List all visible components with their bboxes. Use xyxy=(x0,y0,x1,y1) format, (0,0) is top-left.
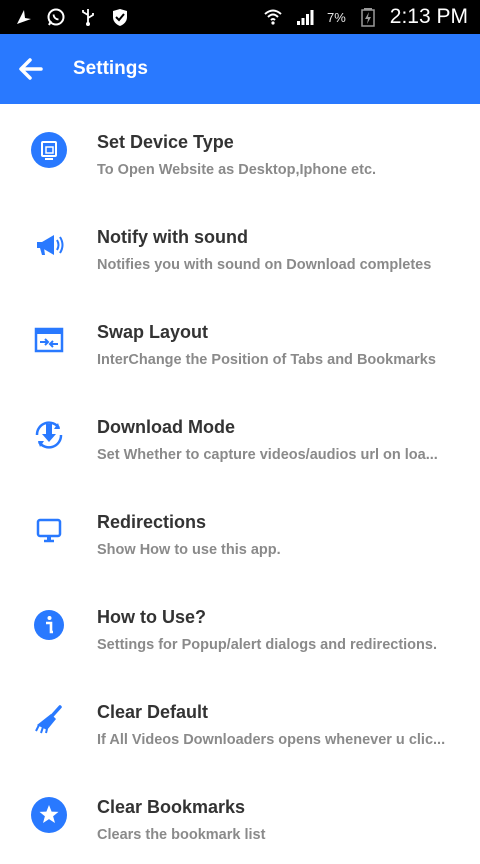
arrow-left-icon xyxy=(19,58,43,80)
setting-title: Clear Default xyxy=(97,702,209,722)
status-left xyxy=(14,7,130,27)
setting-title: How to Use? xyxy=(97,607,207,627)
setting-swap-layout[interactable]: Swap Layout InterChange the Position of … xyxy=(0,294,480,389)
usb-icon xyxy=(78,7,98,27)
app-bar: Settings xyxy=(0,34,480,104)
star-icon xyxy=(29,795,69,835)
setting-subtitle: Settings for Popup/alert dialogs and red… xyxy=(97,637,437,653)
battery-percent: 7% xyxy=(326,9,346,25)
wifi-icon xyxy=(263,7,283,27)
whatsapp-icon xyxy=(46,7,66,27)
setting-redirections[interactable]: Redirections Show How to use this app. xyxy=(0,484,480,579)
brush-icon xyxy=(29,700,69,740)
setting-clear-bookmarks[interactable]: Clear Bookmarks Clears the bookmark list xyxy=(0,769,480,864)
battery-icon xyxy=(358,7,378,27)
setting-notify-with-sound[interactable]: Notify with sound Notifies you with soun… xyxy=(0,199,480,294)
shield-icon xyxy=(110,7,130,27)
clock: 2:13 PM xyxy=(389,5,468,28)
setting-title: Set Device Type xyxy=(97,132,234,152)
setting-subtitle: To Open Website as Desktop,Iphone etc. xyxy=(97,162,377,178)
setting-subtitle: Clears the bookmark list xyxy=(97,827,266,843)
setting-title: Notify with sound xyxy=(97,227,248,247)
download-mode-icon xyxy=(29,415,69,455)
megaphone-icon xyxy=(29,225,69,265)
monitor-icon xyxy=(29,510,69,550)
setting-title: Download Mode xyxy=(97,417,235,437)
setting-title: Swap Layout xyxy=(97,322,209,342)
setting-subtitle: InterChange the Position of Tabs and Boo… xyxy=(97,352,436,368)
status-bar: 7% 2:13 PM xyxy=(0,0,480,34)
page-title: Settings xyxy=(73,58,148,79)
info-icon xyxy=(29,605,69,645)
setting-subtitle: Show How to use this app. xyxy=(97,542,281,558)
signal-icon xyxy=(295,7,315,27)
setting-subtitle: Notifies you with sound on Download comp… xyxy=(97,257,432,273)
setting-title: Redirections xyxy=(97,512,207,532)
status-right: 7% 2:13 PM xyxy=(263,5,468,29)
swap-layout-icon xyxy=(29,320,69,360)
setting-set-device-type[interactable]: Set Device Type To Open Website as Deskt… xyxy=(0,104,480,199)
setting-subtitle: If All Videos Downloaders opens whenever… xyxy=(97,732,446,748)
setting-subtitle: Set Whether to capture videos/audios url… xyxy=(97,447,438,463)
back-button[interactable] xyxy=(0,34,60,104)
settings-list: Set Device Type To Open Website as Deskt… xyxy=(0,104,480,864)
setting-clear-default[interactable]: Clear Default If All Videos Downloaders … xyxy=(0,674,480,769)
setting-how-to-use[interactable]: How to Use? Settings for Popup/alert dia… xyxy=(0,579,480,674)
setting-title: Clear Bookmarks xyxy=(97,797,246,817)
navigation-icon xyxy=(14,7,34,27)
device-type-icon xyxy=(29,130,69,170)
setting-download-mode[interactable]: Download Mode Set Whether to capture vid… xyxy=(0,389,480,484)
